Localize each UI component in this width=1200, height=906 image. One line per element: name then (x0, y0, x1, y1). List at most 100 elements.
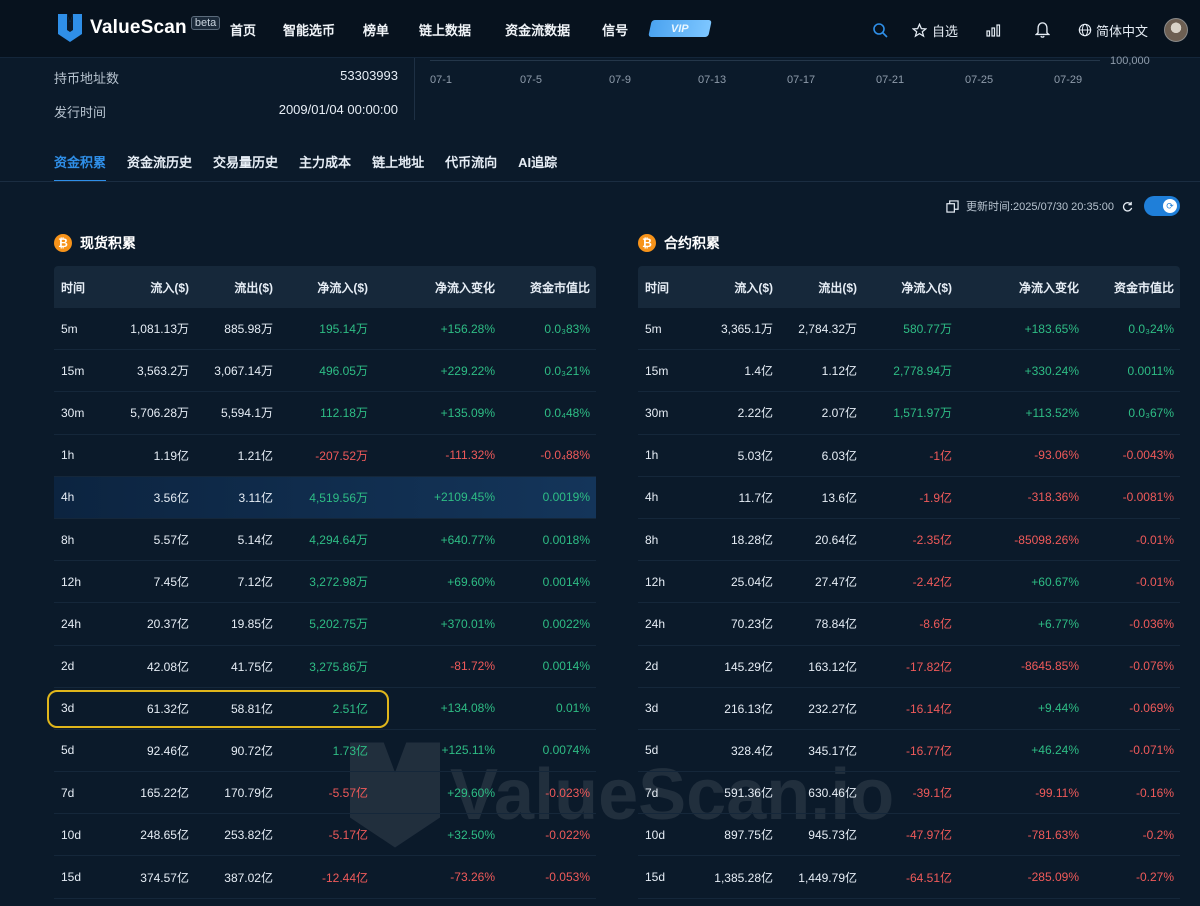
table-cell: -0.0₄88% (540, 448, 590, 463)
column-header: 时间 (645, 280, 670, 295)
copy-icon[interactable] (946, 199, 959, 213)
column-header: 净流入($) (317, 280, 368, 295)
vip-badge[interactable]: VIP (648, 20, 712, 37)
chart-x-tick: 07-25 (965, 74, 994, 86)
table-cell: -0.023% (545, 785, 590, 800)
spot-section-title: ₿ 现货积累 (54, 233, 136, 253)
tab-main-cost[interactable]: 主力成本 (299, 152, 351, 171)
table-row[interactable]: 2d 145.29亿 163.12亿 -17.82亿 -8645.85% -0.076% (638, 646, 1180, 688)
vip-label: VIP (671, 22, 689, 35)
table-row[interactable]: 1h 1.19亿 1.21亿 -207.52万 -111.32% -0.0₄88% (54, 435, 596, 477)
tab-ai-tracking[interactable]: AI追踪 (518, 152, 557, 171)
table-cell: -5.57亿 (328, 786, 368, 801)
tab-fund-flow-history[interactable]: 资金流历史 (127, 152, 192, 171)
user-avatar[interactable] (1164, 18, 1188, 42)
table-row[interactable]: 8h 5.57亿 5.14亿 4,294.64万 +640.77% 0.0018% (54, 519, 596, 562)
table-cell: 5,706.28万 (130, 406, 189, 421)
futures-accumulation-table: 时间 流入($) 流出($) 净流入($) 净流入变化 资金市值比 5m 3,365.1万 2,… (638, 266, 1180, 899)
table-cell: 2d (61, 659, 75, 674)
table-row[interactable]: 5d 92.46亿 90.72亿 1.73亿 +125.11% 0.0074% (54, 730, 596, 773)
table-row[interactable]: 4h 3.56亿 3.11亿 4,519.56万 +2109.45% 0.0019% (54, 476, 596, 519)
brand-logo[interactable]: ValueScan beta (58, 14, 221, 42)
menu-onchain-data[interactable]: 链上数据 (419, 20, 471, 39)
menu-signal[interactable]: 信号 (602, 20, 628, 39)
table-cell: 4h (61, 490, 75, 505)
table-cell: 2,784.32万 (798, 322, 857, 337)
table-cell: 6.03亿 (821, 448, 857, 463)
table-row[interactable]: 3d 216.13亿 232.27亿 -16.14亿 +9.44% -0.069% (638, 688, 1180, 730)
table-cell: 2.22亿 (737, 406, 773, 421)
tab-volume-history[interactable]: 交易量历史 (213, 152, 278, 171)
table-cell: 170.79亿 (224, 786, 273, 801)
bell-icon[interactable] (1034, 22, 1050, 38)
table-cell: 387.02亿 (224, 870, 273, 885)
table-row[interactable]: 30m 5,706.28万 5,594.1万 112.18万 +135.09% 0.0₄4… (54, 392, 596, 435)
table-row[interactable]: 15d 374.57亿 387.02亿 -12.44亿 -73.26% -0.053% (54, 856, 596, 899)
language-selector[interactable]: 简体中文 (1096, 21, 1148, 40)
table-cell: 15m (645, 363, 669, 378)
star-icon[interactable] (911, 22, 927, 38)
table-cell: 630.46亿 (808, 786, 857, 801)
table-row[interactable]: 10d 248.65亿 253.82亿 -5.17亿 +32.50% -0.022% (54, 814, 596, 857)
table-row[interactable]: 15m 1.4亿 1.12亿 2,778.94万 +330.24% 0.0011% (638, 350, 1180, 393)
favorites-label[interactable]: 自选 (932, 21, 958, 40)
table-cell: 945.73亿 (808, 828, 857, 843)
chart-icon[interactable] (986, 23, 1002, 37)
tab-onchain-address[interactable]: 链上地址 (372, 152, 424, 171)
table-cell: 5m (61, 321, 78, 336)
table-cell: 1,385.28亿 (714, 870, 773, 885)
table-row[interactable]: 24h 70.23亿 78.84亿 -8.6亿 +6.77% -0.036% (638, 603, 1180, 646)
menu-fund-flow[interactable]: 资金流数据 (505, 20, 570, 39)
column-header: 流入($) (734, 280, 773, 295)
table-header: 时间 流入($) 流出($) 净流入($) 净流入变化 资金市值比 (638, 266, 1180, 308)
table-cell: 496.05万 (319, 364, 368, 379)
table-cell: -47.97亿 (905, 828, 952, 843)
update-time: 更新时间:2025/07/30 20:35:00 (966, 201, 1114, 213)
table-cell: +125.11% (441, 743, 496, 758)
table-cell: 0.0018% (542, 532, 590, 547)
table-cell: 10d (645, 827, 666, 842)
table-cell: 5,202.75万 (309, 617, 368, 632)
table-cell: -285.09% (1027, 870, 1079, 885)
table-cell: 24h (61, 616, 82, 631)
table-row[interactable]: 2d 42.08亿 41.75亿 3,275.86万 -81.72% 0.0014% (54, 646, 596, 688)
table-row[interactable]: 5d 328.4亿 345.17亿 -16.77亿 +46.24% -0.071% (638, 730, 1180, 773)
table-row[interactable]: 4h 11.7亿 13.6亿 -1.9亿 -318.36% -0.0081% (638, 477, 1180, 519)
table-cell: 897.75亿 (724, 828, 773, 843)
table-row[interactable]: 24h 20.37亿 19.85亿 5,202.75万 +370.01% 0.0022% (54, 603, 596, 646)
table-row[interactable]: 5m 1,081.13万 885.98万 195.14万 +156.28% 0.0₃83% (54, 308, 596, 351)
table-cell: 30m (645, 405, 669, 420)
table-row[interactable]: 8h 18.28亿 20.64亿 -2.35亿 -85098.26% -0.01% (638, 519, 1180, 562)
table-row[interactable]: 15m 3,563.2万 3,067.14万 496.05万 +229.22% 0.0₃2… (54, 350, 596, 393)
column-header: 净流入($) (901, 280, 952, 295)
menu-smart-pick[interactable]: 智能选币 (283, 20, 335, 39)
tab-fund-accumulation[interactable]: 资金积累 (54, 152, 107, 182)
menu-ranking[interactable]: 榜单 (363, 20, 389, 39)
table-row[interactable]: 30m 2.22亿 2.07亿 1,571.97万 +113.52% 0.0₃67% (638, 392, 1180, 435)
refresh-icon[interactable] (1122, 201, 1133, 212)
table-cell: -0.27% (1135, 870, 1174, 885)
table-row[interactable]: 12h 25.04亿 27.47亿 -2.42亿 +60.67% -0.01% (638, 561, 1180, 604)
table-cell: -85098.26% (1014, 532, 1079, 547)
table-cell: 0.0014% (542, 659, 590, 674)
table-cell: +229.22% (440, 363, 495, 378)
table-row[interactable]: 1h 5.03亿 6.03亿 -1亿 -93.06% -0.0043% (638, 435, 1180, 477)
table-cell: 0.0₃67% (1128, 405, 1174, 420)
table-cell: +60.67% (1031, 574, 1079, 589)
tab-token-flow[interactable]: 代币流向 (445, 152, 497, 171)
table-row[interactable]: 12h 7.45亿 7.12亿 3,272.98万 +69.60% 0.0014% (54, 561, 596, 604)
table-row[interactable]: 5m 3,365.1万 2,784.32万 580.77万 +183.65% 0.0₃24… (638, 308, 1180, 351)
table-cell: -12.44亿 (321, 870, 368, 885)
auto-refresh-toggle[interactable]: ⟳ (1144, 196, 1180, 216)
table-row[interactable]: 7d 591.36亿 630.46亿 -39.1亿 -99.11% -0.16% (638, 772, 1180, 815)
table-cell: -99.11% (1035, 785, 1079, 800)
search-icon[interactable] (872, 22, 888, 38)
table-row[interactable]: 10d 897.75亿 945.73亿 -47.97亿 -781.63% -0.2% (638, 814, 1180, 857)
table-cell: 42.08亿 (146, 659, 189, 674)
menu-home[interactable]: 首页 (230, 20, 256, 39)
table-cell: 90.72亿 (230, 743, 273, 758)
table-row[interactable]: 7d 165.22亿 170.79亿 -5.57亿 +29.60% -0.023% (54, 772, 596, 815)
table-row[interactable]: 15d 1,385.28亿 1,449.79亿 -64.51亿 -285.09% -0.2… (638, 856, 1180, 899)
table-cell: 195.14万 (319, 322, 368, 337)
globe-icon[interactable] (1078, 23, 1092, 37)
